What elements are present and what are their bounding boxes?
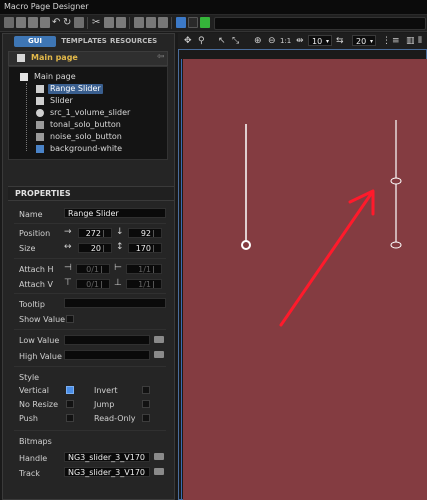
- range-slider-high-handle[interactable]: [390, 177, 402, 185]
- range-slider-low-handle[interactable]: [390, 241, 402, 249]
- slider-handle[interactable]: [241, 240, 251, 250]
- canvas-overlay: [241, 120, 402, 327]
- annotation-arrow-line: [279, 192, 373, 327]
